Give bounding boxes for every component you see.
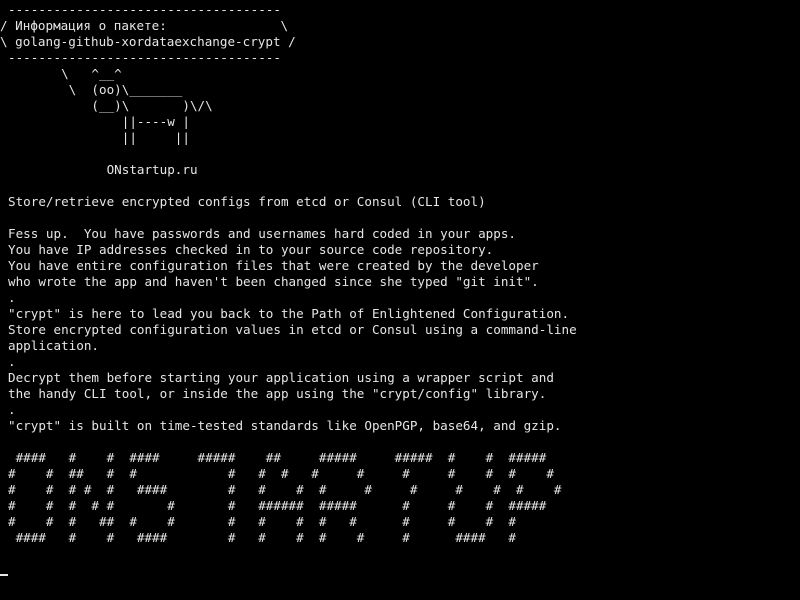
ascii-banner-line: # # # # # #### # # # # # # # # # # bbox=[8, 482, 562, 497]
speech-bubble-line-2: \ golang-github-xordataexchange-crypt / bbox=[0, 34, 296, 49]
description-line: "crypt" is built on time-tested standard… bbox=[8, 418, 562, 433]
description-line: who wrote the app and haven't been chang… bbox=[8, 274, 539, 289]
ascii-banner-line: # # # # # # # ###### ##### # # # ##### bbox=[8, 498, 547, 513]
description-line: . bbox=[8, 354, 16, 369]
description-line: application. bbox=[8, 338, 99, 353]
ascii-banner-line: # # ## # # # # # # # # # # # # bbox=[8, 466, 554, 481]
description-line: Decrypt them before starting your applic… bbox=[8, 370, 554, 385]
ascii-banner-line: #### # # #### # # # # # # #### # bbox=[8, 530, 516, 545]
description-line: You have entire configuration files that… bbox=[8, 258, 539, 273]
description-line: Store encrypted configuration values in … bbox=[8, 322, 577, 337]
cow-ascii-line-1: \ ^__^ bbox=[8, 66, 122, 81]
cow-ascii-line-4: ||----w | bbox=[8, 114, 190, 129]
package-summary: Store/retrieve encrypted configs from et… bbox=[8, 194, 486, 209]
description-line: . bbox=[8, 402, 16, 417]
ascii-banner-line: #### # # #### ##### ## ##### ##### # # #… bbox=[8, 450, 547, 465]
site-credit: ONstartup.ru bbox=[8, 162, 198, 177]
description-line: You have IP addresses checked in to your… bbox=[8, 242, 494, 257]
ascii-banner-line: # # # ## # # # # # # # # # # # bbox=[8, 514, 516, 529]
cow-ascii-line-2: \ (oo)\_______ bbox=[8, 82, 183, 97]
speech-bubble-top-border: ------------------------------------ bbox=[8, 2, 281, 17]
terminal-screen[interactable]: ------------------------------------ / И… bbox=[0, 0, 800, 600]
speech-bubble-line-1: / Информация о пакете: \ bbox=[0, 18, 289, 33]
cow-ascii-line-5: || || bbox=[8, 130, 190, 145]
text-cursor bbox=[0, 574, 8, 576]
description-line: Fess up. You have passwords and username… bbox=[8, 226, 516, 241]
description-line: "crypt" is here to lead you back to the … bbox=[8, 306, 570, 321]
cow-ascii-line-3: (__)\ )\/\ bbox=[8, 98, 213, 113]
speech-bubble-bottom-border: ------------------------------------ bbox=[8, 50, 281, 65]
description-line: . bbox=[8, 290, 16, 305]
description-line: the handy CLI tool, or inside the app us… bbox=[8, 386, 547, 401]
